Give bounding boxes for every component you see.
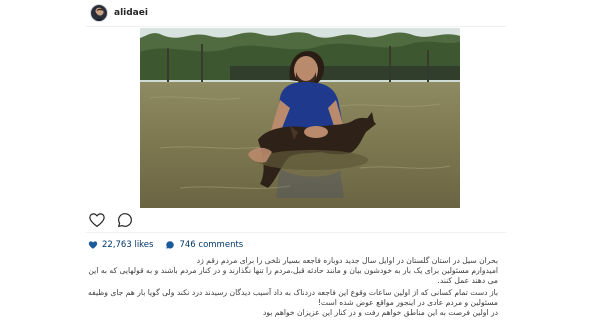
actions-divider (86, 232, 506, 233)
post-photo[interactable] (140, 28, 460, 208)
likes-label: likes (134, 240, 154, 250)
caption-line: در اولین فرصت به این مناطق خواهم رفت و د… (262, 308, 498, 317)
heart-filled-icon (88, 240, 98, 250)
caption-line: مسئولین و مردم عادی در اینجور مواقع عوض … (317, 298, 498, 307)
caption-line: می دهند عمل کنند. (437, 276, 498, 285)
comments-count: 746 (179, 240, 196, 250)
instagram-post: alidaei 22,763 likes 746 comments بحران … (0, 0, 590, 330)
speech-bubble-outline-icon[interactable] (116, 211, 134, 229)
post-caption: بحران سیل در استان گلستان در اوایل سال ج… (88, 256, 498, 318)
post-stats: 22,763 likes 746 comments (88, 238, 255, 252)
avatar[interactable] (90, 4, 108, 22)
heart-outline-icon[interactable] (88, 211, 106, 229)
speech-bubble-filled-icon (165, 240, 175, 250)
likes-count: 22,763 (102, 240, 132, 250)
caption-line: بحران سیل در استان گلستان در اوایل سال ج… (196, 256, 498, 265)
caption-line: باز دست تمام کسانی که از اولین ساعات وقو… (88, 288, 498, 297)
caption-line: امیدوارم مسئولین برای یک بار به خودشون ب… (88, 266, 498, 275)
comments-label: comments (198, 240, 244, 250)
header-divider (86, 26, 506, 27)
post-actions (88, 211, 134, 229)
comments-stat[interactable]: 746 comments (165, 240, 243, 250)
username-link[interactable]: alidaei (114, 8, 148, 18)
likes-stat[interactable]: 22,763 likes (88, 240, 153, 250)
post-header: alidaei (86, 0, 506, 26)
